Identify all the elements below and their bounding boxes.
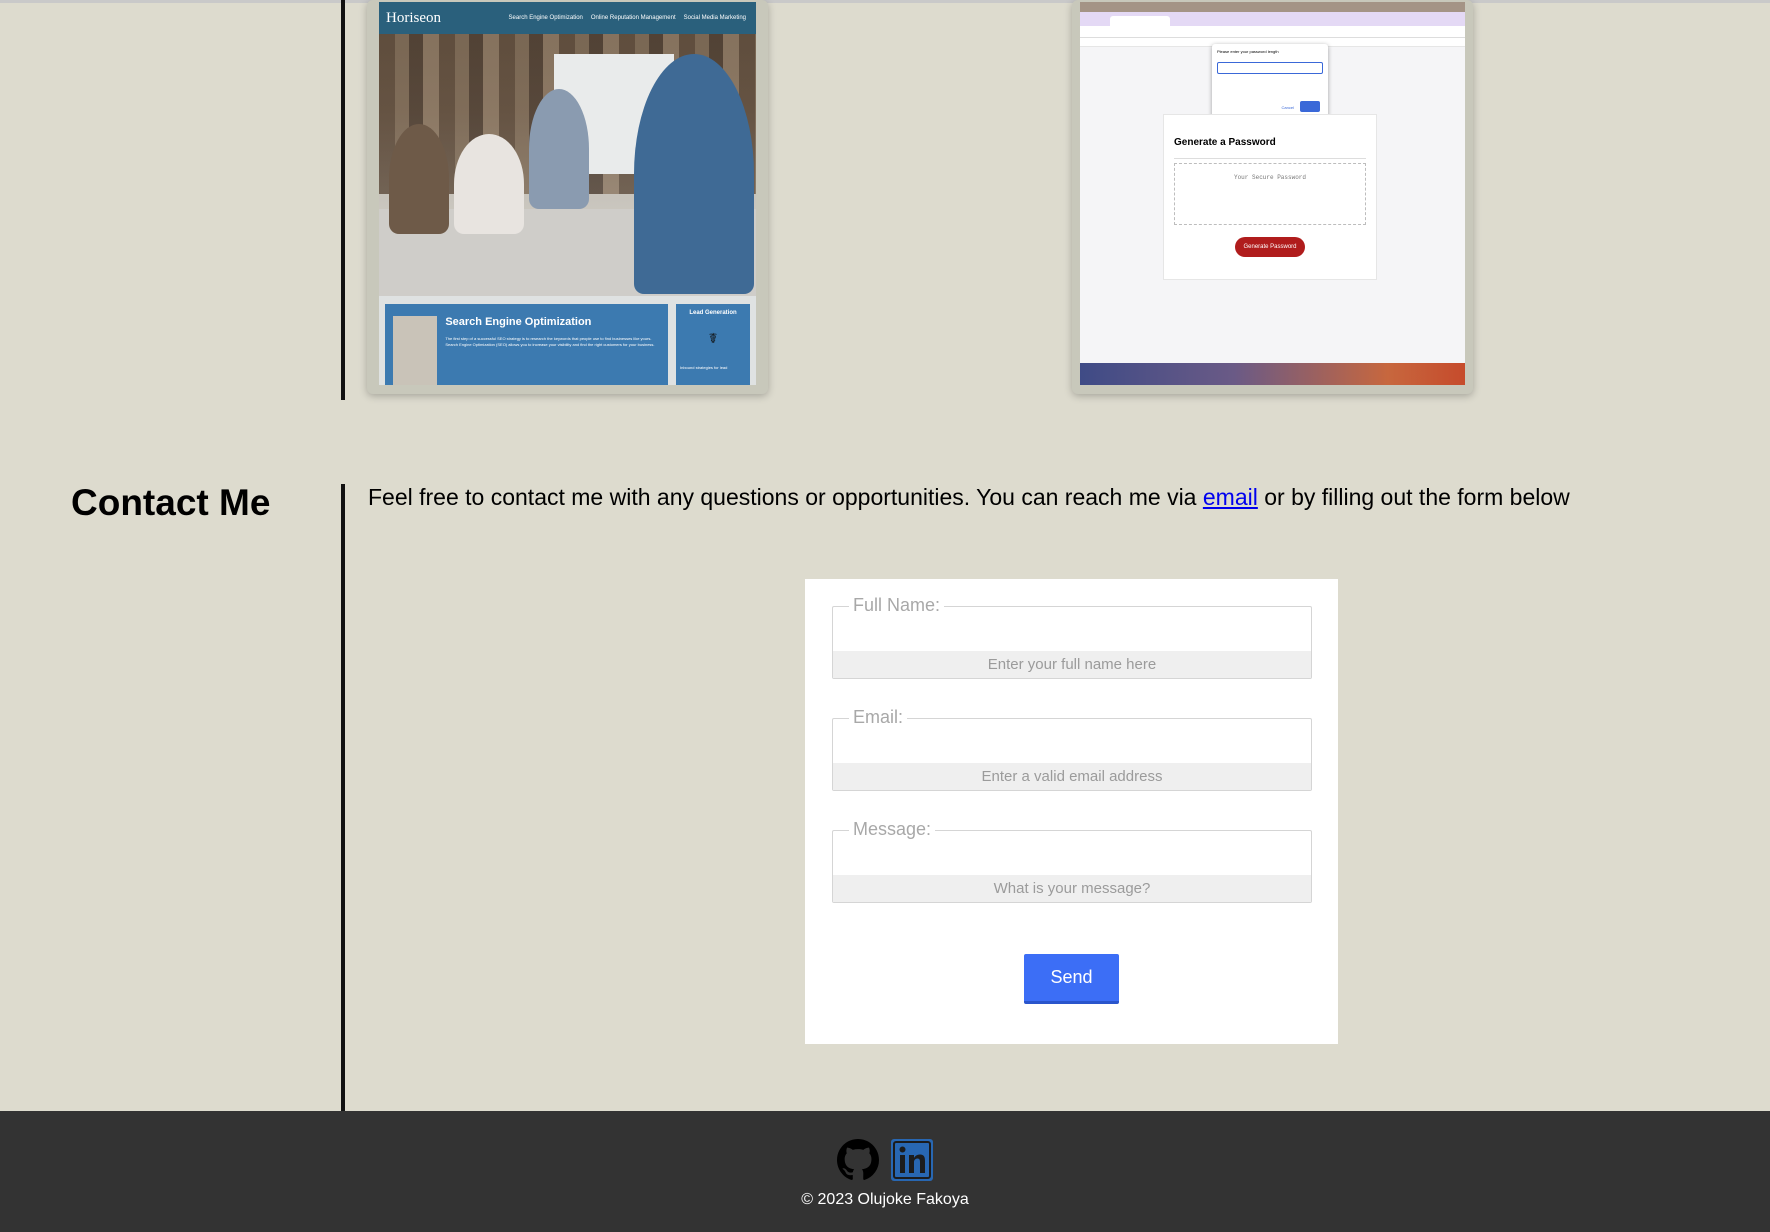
horiseon-nav: Search Engine Optimization Online Reputa…: [509, 15, 746, 21]
horiseon-hero-photo: [379, 34, 756, 296]
contact-intro-text-end: or by filling out the form below: [1257, 484, 1570, 510]
password-output: Your Secure Password: [1174, 163, 1366, 225]
horiseon-screenshot: Horiseon Search Engine Optimization Onli…: [379, 2, 756, 385]
horiseon-lead-card: Lead Generation ☤ Inbound strategies for…: [676, 304, 750, 385]
project-card-password-generator[interactable]: Please enter your password length Cancel…: [1072, 0, 1473, 394]
message-input[interactable]: [833, 875, 1311, 902]
horiseon-logo: Horiseon: [386, 9, 441, 26]
lead-text: Inbound strategies for lead: [680, 365, 728, 370]
dialog-ok: [1300, 101, 1320, 112]
horiseon-nav-item: Online Reputation Management: [590, 15, 676, 21]
horiseon-cards: Search Engine Optimization The first ste…: [379, 296, 756, 385]
browser-address-bar: [1080, 26, 1465, 38]
horiseon-nav-item: Social Media Marketing: [683, 15, 746, 21]
seo-image: [393, 316, 438, 385]
dialog-prompt: Please enter your password length: [1217, 49, 1279, 54]
copyright: © 2023 Olujoke Fakoya: [801, 1191, 969, 1208]
email-label: Email:: [849, 707, 908, 728]
email-input[interactable]: [833, 763, 1311, 790]
full-name-label: Full Name:: [849, 595, 945, 616]
contact-heading: Contact Me: [71, 482, 271, 523]
full-name-fieldset: Full Name:: [832, 595, 1312, 679]
generate-password-button: Generate Password: [1235, 237, 1305, 257]
contact-form: Full Name: Email: Message: Send: [805, 579, 1338, 1044]
horiseon-nav-item: Search Engine Optimization: [508, 15, 583, 21]
project-card-horiseon[interactable]: Horiseon Search Engine Optimization Onli…: [367, 0, 768, 394]
message-label: Message:: [849, 819, 936, 840]
password-card: Generate a Password Your Secure Password…: [1163, 114, 1377, 280]
footer: © 2023 Olujoke Fakoya: [0, 1111, 1770, 1232]
password-generator-screenshot: Please enter your password length Cancel…: [1080, 2, 1465, 385]
lead-title: Lead Generation: [689, 310, 737, 316]
full-name-input[interactable]: [833, 651, 1311, 678]
social-icons: [837, 1139, 933, 1186]
lightbulb-icon: ☤: [708, 330, 718, 346]
top-divider: [0, 0, 1770, 3]
message-fieldset: Message:: [832, 819, 1312, 903]
horiseon-header: Horiseon Search Engine Optimization Onli…: [379, 2, 756, 34]
seo-text: The first step of a successful SEO strat…: [445, 336, 655, 347]
password-card-title: Generate a Password: [1174, 137, 1366, 159]
mac-menubar: [1080, 2, 1465, 12]
dialog-cancel: Cancel: [1281, 105, 1294, 110]
section-divider-projects: [341, 0, 345, 400]
email-link[interactable]: email: [1203, 484, 1258, 510]
email-fieldset: Email:: [832, 707, 1312, 791]
seo-title: Search Engine Optimization: [445, 316, 592, 328]
password-length-dialog: Please enter your password length Cancel: [1212, 44, 1328, 120]
contact-intro: Feel free to contact me with any questio…: [368, 484, 1570, 511]
browser-tabs: [1080, 12, 1465, 26]
contact-intro-text: Feel free to contact me with any questio…: [368, 484, 1203, 510]
dialog-input: [1217, 62, 1323, 74]
horiseon-seo-card: Search Engine Optimization The first ste…: [385, 304, 668, 385]
linkedin-icon[interactable]: [891, 1139, 933, 1186]
mac-dock: [1080, 363, 1465, 385]
github-icon[interactable]: [837, 1139, 879, 1186]
section-divider-contact: [341, 484, 345, 1111]
send-button[interactable]: Send: [1024, 954, 1119, 1004]
